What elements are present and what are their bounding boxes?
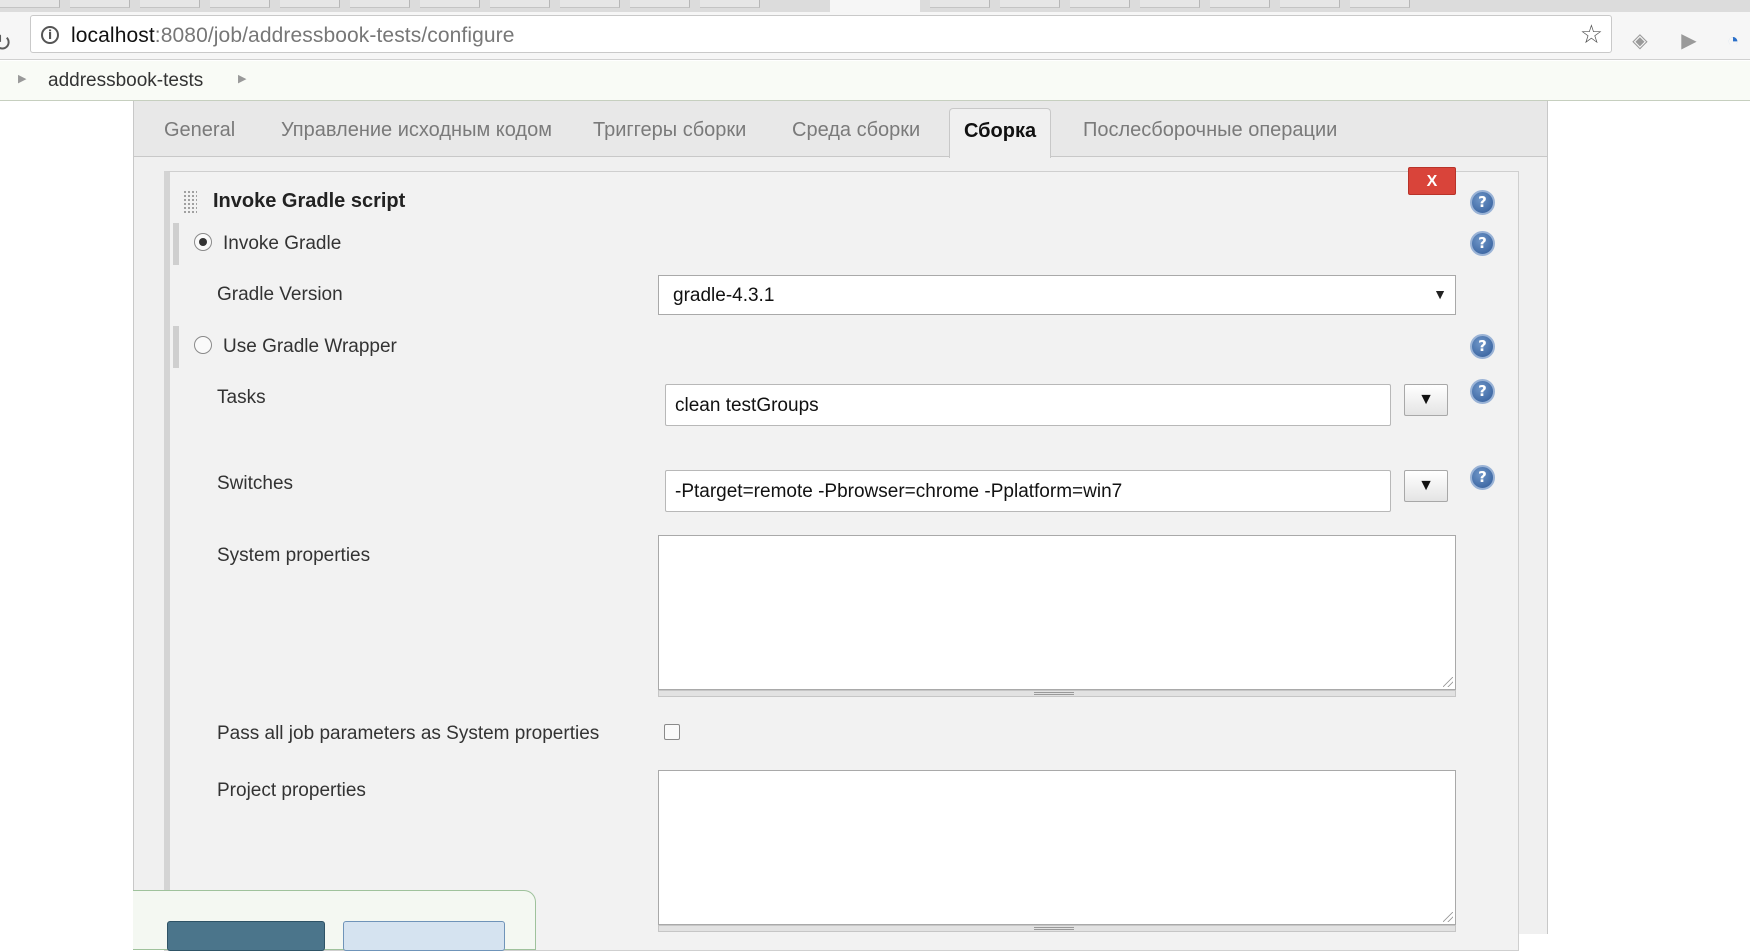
browser-tab[interactable] [490, 0, 550, 8]
switches-expand-button[interactable]: ▼ [1404, 470, 1448, 502]
config-tabbar: General Управление исходным кодом Тригге… [134, 101, 1547, 158]
apply-button[interactable] [343, 921, 505, 951]
breadcrumb-item-job[interactable]: addressbook-tests [48, 70, 203, 92]
system-properties-resize-bar[interactable] [658, 690, 1456, 697]
address-bar[interactable]: i localhost:8080/job/addressbook-tests/c… [30, 15, 1612, 53]
tasks-label: Tasks [217, 387, 266, 408]
tab-build[interactable]: Сборка [949, 108, 1052, 158]
use-gradle-wrapper-radio[interactable] [194, 336, 212, 354]
url-path: :8080/job/addressbook-tests/configure [154, 24, 515, 47]
help-icon[interactable]: ? [1470, 190, 1495, 215]
browser-tab[interactable] [1000, 0, 1060, 8]
gradle-version-label: Gradle Version [217, 284, 343, 305]
play-icon[interactable]: ▶ [1678, 30, 1700, 52]
use-gradle-wrapper-label[interactable]: Use Gradle Wrapper [223, 336, 397, 358]
browser-tab[interactable] [1350, 0, 1410, 8]
browser-tab[interactable] [930, 0, 990, 8]
help-icon[interactable]: ? [1470, 379, 1495, 404]
browser-tab-active[interactable] [830, 0, 920, 12]
tab-general[interactable]: General [164, 119, 235, 142]
pass-params-label: Pass all job parameters as System proper… [217, 723, 600, 744]
browser-tab[interactable] [1140, 0, 1200, 8]
browser-tab[interactable] [1070, 0, 1130, 8]
help-icon[interactable]: ? [1470, 231, 1495, 256]
browser-tab-strip [0, 0, 1750, 12]
browser-tab[interactable] [630, 0, 690, 8]
browser-tab[interactable] [0, 0, 60, 8]
save-button[interactable] [167, 921, 325, 951]
project-properties-resize-bar[interactable] [658, 925, 1456, 932]
gradle-version-select[interactable]: gradle-4.3.1 ▼ [658, 275, 1456, 315]
tab-build-triggers[interactable]: Триггеры сборки [593, 119, 746, 142]
resize-grip-icon[interactable] [1443, 677, 1453, 687]
tab-post-build[interactable]: Послесборочные операции [1083, 119, 1337, 142]
project-properties-label: Project properties [217, 780, 366, 801]
browser-tab[interactable] [210, 0, 270, 8]
help-icon[interactable]: ? [1470, 334, 1495, 359]
browser-tab[interactable] [420, 0, 480, 8]
browser-tab[interactable] [1210, 0, 1270, 8]
tab-scm[interactable]: Управление исходным кодом [281, 119, 552, 142]
radio-group-bar [173, 326, 179, 368]
help-icon[interactable]: ? [1470, 465, 1495, 490]
browser-tab[interactable] [140, 0, 200, 8]
gradle-version-value: gradle-4.3.1 [673, 285, 775, 306]
browser-tab[interactable] [700, 0, 760, 8]
drag-handle-icon[interactable] [183, 190, 197, 214]
radio-group-bar [173, 223, 179, 265]
browser-tab[interactable] [1280, 0, 1340, 8]
pass-params-checkbox[interactable] [664, 724, 680, 740]
breadcrumb-arrow-icon[interactable]: ▶ [18, 72, 26, 85]
bookmark-star-icon[interactable]: ☆ [1580, 20, 1603, 48]
system-properties-label: System properties [217, 545, 371, 566]
delete-step-button[interactable]: X [1408, 167, 1456, 195]
system-properties-textarea[interactable] [658, 535, 1456, 690]
breadcrumb-arrow-icon[interactable]: ▶ [238, 72, 246, 85]
reload-icon[interactable]: ↻ [0, 32, 12, 56]
switches-label: Switches [217, 473, 294, 494]
rss-icon[interactable]: ◔ [1722, 30, 1744, 52]
resize-handle-icon[interactable] [1034, 692, 1074, 695]
breadcrumb: ▶ addressbook-tests ▶ [0, 61, 1750, 101]
tasks-input[interactable]: clean testGroups [665, 384, 1391, 426]
info-icon[interactable]: i [41, 26, 59, 44]
url-text[interactable]: localhost:8080/job/addressbook-tests/con… [71, 24, 515, 48]
browser-tab[interactable] [350, 0, 410, 8]
browser-tab[interactable] [560, 0, 620, 8]
invoke-gradle-radio[interactable] [194, 233, 212, 251]
browser-toolbar: ↻ i localhost:8080/job/addressbook-tests… [0, 12, 1750, 60]
dropbox-icon[interactable]: ◈ [1629, 30, 1651, 52]
url-host: localhost [71, 24, 155, 47]
switches-input[interactable]: -Ptarget=remote -Pbrowser=chrome -Pplatf… [665, 470, 1391, 512]
resize-grip-icon[interactable] [1443, 912, 1453, 922]
project-properties-textarea[interactable] [658, 770, 1456, 925]
invoke-gradle-label[interactable]: Invoke Gradle [223, 233, 341, 255]
resize-handle-icon[interactable] [1034, 927, 1074, 930]
tasks-expand-button[interactable]: ▼ [1404, 384, 1448, 416]
browser-tab[interactable] [70, 0, 130, 8]
build-step-title: Invoke Gradle script [213, 190, 406, 212]
browser-tab[interactable] [280, 0, 340, 8]
tab-build-environment[interactable]: Среда сборки [792, 119, 920, 142]
chevron-down-icon: ▼ [1433, 286, 1447, 302]
